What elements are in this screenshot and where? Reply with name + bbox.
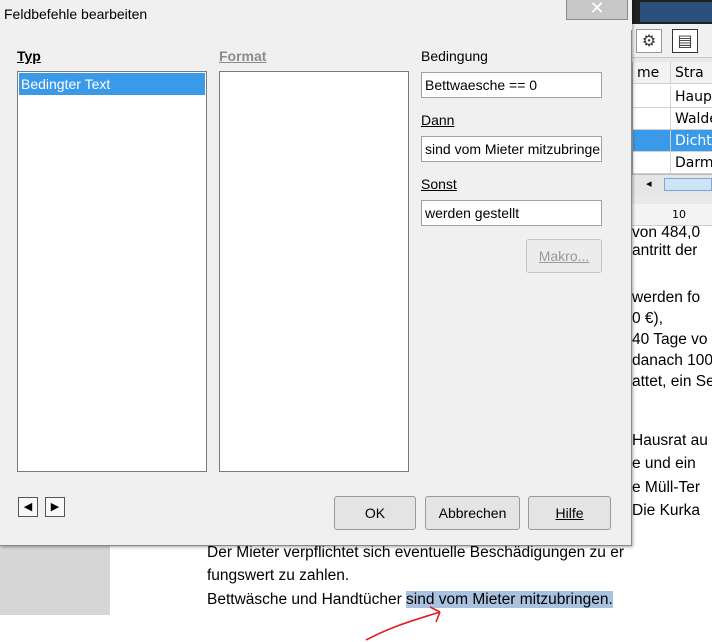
abbrechen-button[interactable]: Abbrechen <box>425 496 520 530</box>
close-button[interactable]: ✕ <box>566 0 628 20</box>
previous-button[interactable]: ◀ <box>18 497 38 517</box>
ok-button[interactable]: OK <box>334 496 416 530</box>
dialog-titlebar[interactable]: Feldbefehle bearbeiten ✕ <box>0 0 632 30</box>
dann-input[interactable]: sind vom Mieter mitzubringen <box>421 136 602 162</box>
dialog-title: Feldbefehle bearbeiten <box>4 6 148 22</box>
typ-label-text: Typ <box>17 48 41 64</box>
sonst-label-text: Sonst <box>421 176 457 192</box>
makro-button-label: Makro... <box>538 248 590 264</box>
typ-item-bedingter-text[interactable]: Bedingter Text <box>19 73 205 95</box>
format-listbox[interactable] <box>219 71 409 472</box>
close-icon: ✕ <box>589 0 605 19</box>
next-button[interactable]: ▶ <box>45 497 65 517</box>
sonst-input[interactable]: werden gestellt <box>421 200 602 226</box>
format-label-text: Format <box>219 48 267 64</box>
bedingung-label: Bedingung <box>421 48 488 64</box>
bedingung-input[interactable]: Bettwaesche == 0 <box>421 72 602 98</box>
hilfe-button-label: Hilfe <box>555 505 584 521</box>
hilfe-button[interactable]: Hilfe <box>528 496 611 530</box>
sonst-label: Sonst <box>421 176 457 192</box>
dann-label-text: Dann <box>421 112 455 128</box>
format-label: Format <box>219 48 266 64</box>
typ-listbox[interactable]: Bedingter Text <box>17 71 207 472</box>
annotation-stroke <box>365 611 441 641</box>
edit-fields-dialog: Feldbefehle bearbeiten ✕ Typ Bedingter T… <box>0 0 632 546</box>
makro-button[interactable]: Makro... <box>526 239 602 273</box>
arrow-left-icon: ◀ <box>23 500 33 513</box>
dann-label: Dann <box>421 112 454 128</box>
arrow-right-icon: ▶ <box>50 500 60 513</box>
typ-label: Typ <box>17 48 41 64</box>
